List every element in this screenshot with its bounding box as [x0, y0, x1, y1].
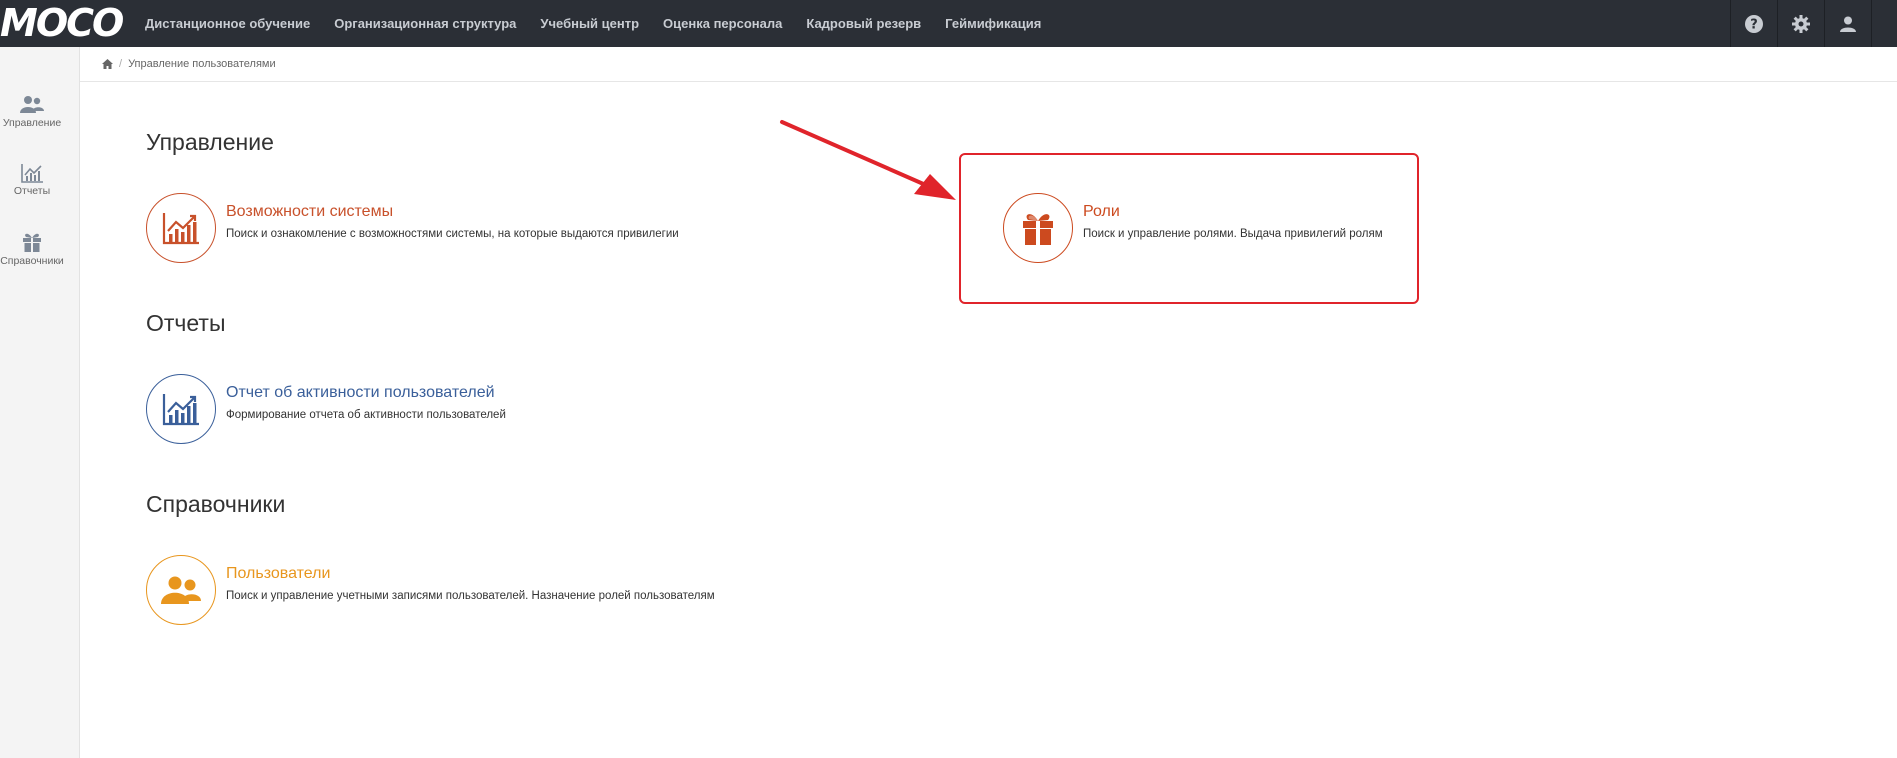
card-description: Формирование отчета об активности пользо…	[226, 408, 506, 421]
annotation-highlight-box	[959, 153, 1419, 304]
section-title-directories: Справочники	[146, 491, 286, 517]
circle-badge	[146, 555, 216, 625]
sidebar: Управление Отчеты Справочники	[0, 47, 80, 758]
circle-badge	[146, 374, 216, 444]
user-icon[interactable]	[1824, 0, 1871, 47]
nav-item-personnel-assessment[interactable]: Оценка персонала	[663, 16, 782, 31]
sidebar-item-label: Отчеты	[13, 185, 51, 197]
card-title[interactable]: Пользователи	[226, 565, 715, 583]
top-icons: ?	[1730, 0, 1897, 47]
sidebar-item-management[interactable]: Управление	[0, 95, 64, 129]
card-title[interactable]: Отчет об активности пользователей	[226, 384, 506, 402]
card-users[interactable]: Пользователи Поиск и управление учетными…	[146, 555, 715, 625]
help-icon[interactable]: ?	[1730, 0, 1777, 47]
card-text: Отчет об активности пользователей Формир…	[226, 384, 506, 421]
breadcrumb-separator: /	[119, 58, 123, 70]
nav-item-org-structure[interactable]: Организационная структура	[334, 16, 516, 31]
card-text: Пользователи Поиск и управление учетными…	[226, 565, 715, 602]
section-title-reports: Отчеты	[146, 310, 226, 336]
chart-icon	[162, 213, 199, 245]
card-text: Возможности системы Поиск и ознакомление…	[226, 203, 679, 240]
breadcrumb-current: Управление пользователями	[128, 58, 276, 70]
chart-icon	[162, 394, 199, 426]
card-user-activity-report[interactable]: Отчет об активности пользователей Формир…	[146, 374, 506, 444]
breadcrumb: / Управление пользователями	[80, 47, 1897, 82]
nav-item-talent-pool[interactable]: Кадровый резерв	[806, 16, 921, 31]
home-icon[interactable]	[102, 59, 113, 69]
gear-icon[interactable]	[1777, 0, 1824, 47]
main-nav: Дистанционное обучение Организационная с…	[145, 0, 1065, 47]
nav-item-training-center[interactable]: Учебный центр	[540, 16, 639, 31]
users-icon	[20, 96, 44, 113]
section-title-management: Управление	[146, 129, 274, 155]
nav-item-gamification[interactable]: Геймификация	[945, 16, 1041, 31]
sidebar-item-label: Справочники	[0, 255, 64, 267]
sidebar-item-label: Управление	[2, 117, 62, 129]
card-description: Поиск и управление учетными записями пол…	[226, 589, 715, 602]
chart-icon	[21, 164, 43, 183]
svg-text:?: ?	[1750, 17, 1758, 32]
card-description: Поиск и ознакомление с возможностями сис…	[226, 227, 679, 240]
logo[interactable]: MOCO	[0, 4, 130, 42]
top-navbar: MOCO Дистанционное обучение Организацион…	[0, 0, 1897, 47]
annotation-arrow	[780, 120, 956, 200]
users-icon	[161, 576, 201, 604]
sidebar-item-directories[interactable]: Справочники	[0, 231, 64, 267]
circle-badge	[146, 193, 216, 263]
topbar-edge	[1871, 0, 1897, 47]
gift-icon	[23, 233, 41, 252]
card-system-capabilities[interactable]: Возможности системы Поиск и ознакомление…	[146, 193, 679, 263]
sidebar-item-reports[interactable]: Отчеты	[0, 163, 64, 197]
nav-item-distance-learning[interactable]: Дистанционное обучение	[145, 16, 310, 31]
card-title[interactable]: Возможности системы	[226, 203, 679, 221]
